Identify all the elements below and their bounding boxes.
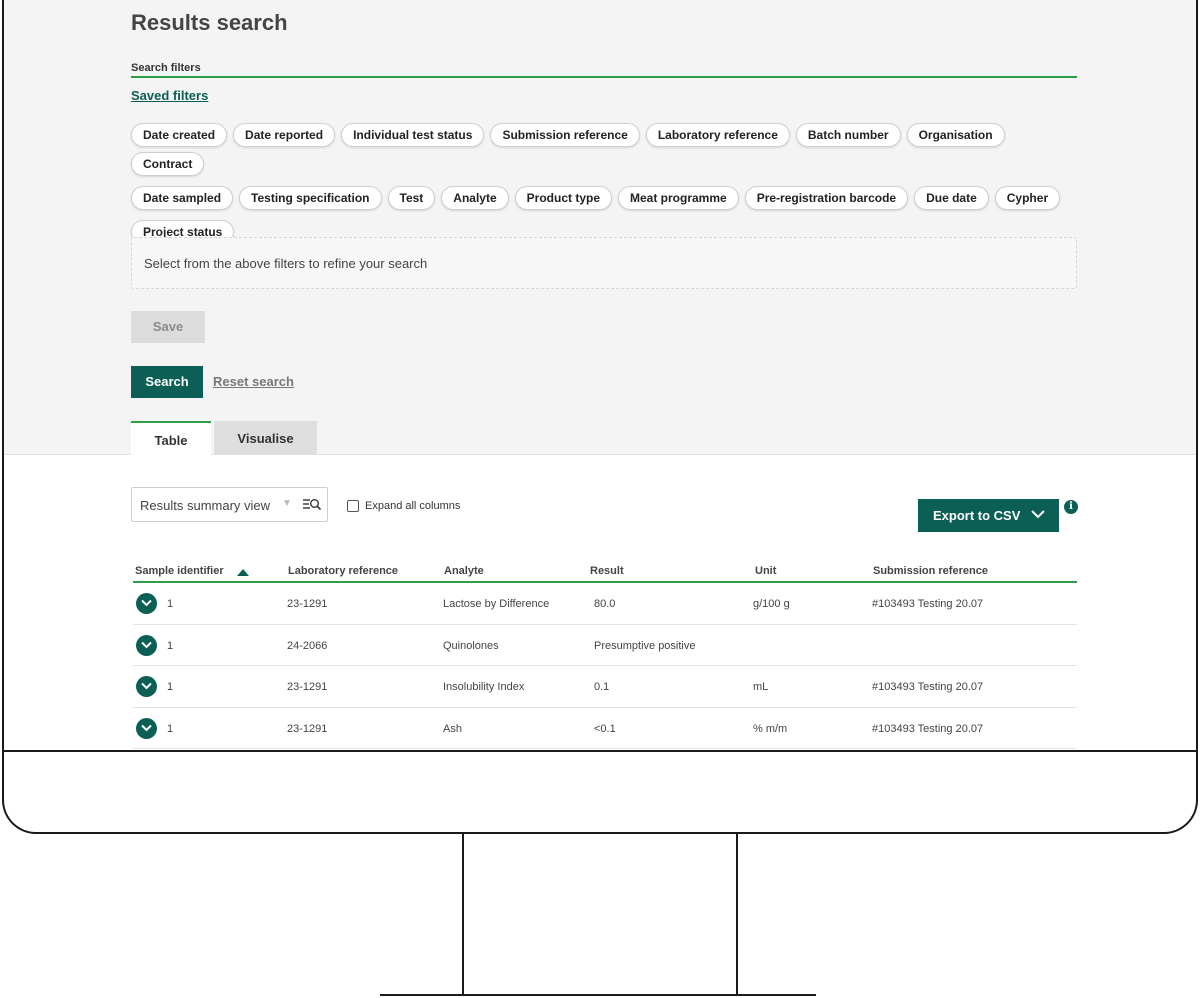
cell-lab-ref: 23-1291	[287, 722, 328, 735]
monitor-stand-base	[380, 994, 816, 996]
filter-chip[interactable]: Organisation	[906, 123, 1005, 147]
cell-result: <0.1	[594, 722, 616, 735]
cell-submission: #103493 Testing 20.07	[872, 598, 984, 610]
filter-chip[interactable]: Product type	[514, 186, 612, 210]
cell-analyte: Quinolones	[443, 639, 499, 652]
cell-unit: mL	[753, 681, 769, 693]
filter-hint-text: Select from the above filters to refine …	[144, 256, 428, 271]
cell-result: 80.0	[594, 598, 616, 610]
filter-search-icon[interactable]	[302, 496, 322, 514]
info-icon[interactable]: i	[1064, 500, 1078, 514]
desktop-mockup: Results search Search filters Saved filt…	[0, 0, 1200, 998]
search-button[interactable]: Search	[131, 366, 203, 398]
filter-chip[interactable]: Date sampled	[131, 186, 234, 210]
column-header-unit[interactable]: Unit	[755, 565, 776, 577]
cell-result: 0.1	[594, 681, 610, 693]
monitor-frame: Results search Search filters Saved filt…	[2, 0, 1198, 834]
expand-all-label: Expand all columns	[365, 500, 461, 512]
save-button[interactable]: Save	[131, 311, 205, 343]
cell-sample: 1	[167, 598, 174, 610]
row-expand-icon[interactable]	[136, 676, 157, 697]
cell-submission: #103493 Testing 20.07	[872, 681, 984, 693]
filter-chip[interactable]: Contract	[131, 152, 205, 176]
cell-unit: g/100 g	[753, 598, 790, 610]
reset-search-link[interactable]: Reset search	[213, 374, 294, 389]
tab-visualise[interactable]: Visualise	[214, 421, 317, 455]
sort-ascending-icon[interactable]	[237, 569, 249, 576]
filter-chip[interactable]: Test	[387, 186, 436, 210]
filter-chip[interactable]: Batch number	[795, 123, 901, 147]
table-row: 1 23-1291 Insolubility Index 0.1 mL #103…	[133, 666, 1077, 708]
app-screen: Results search Search filters Saved filt…	[4, 0, 1196, 750]
filter-chip[interactable]: Cypher	[994, 186, 1061, 210]
search-filters-label: Search filters	[131, 62, 201, 74]
view-select[interactable]: Results summary view ▼	[131, 487, 328, 522]
table-header: Sample identifier Laboratory reference A…	[133, 560, 1077, 583]
row-expand-icon[interactable]	[136, 717, 157, 739]
monitor-stand	[462, 834, 738, 996]
cell-sample: 1	[167, 639, 174, 652]
filter-chip[interactable]: Date reported	[233, 123, 336, 147]
table-row: 1 24-2066 Quinolones Presumptive positiv…	[133, 625, 1077, 666]
cell-analyte: Ash	[443, 722, 462, 735]
view-select-value: Results summary view	[140, 498, 271, 513]
filter-chip[interactable]: Due date	[914, 186, 989, 210]
row-expand-icon[interactable]	[136, 634, 157, 656]
cell-sample: 1	[167, 681, 174, 693]
filter-chip[interactable]: Pre-registration barcode	[744, 186, 909, 210]
column-header-sample[interactable]: Sample identifier	[135, 565, 224, 577]
filter-hint-box: Select from the above filters to refine …	[131, 237, 1077, 289]
column-header-analyte[interactable]: Analyte	[444, 565, 484, 577]
table-row: 1 23-1291 Ash <0.1 % m/m #103493 Testing…	[133, 708, 1077, 749]
filter-chip-list: Date created Date reported Individual te…	[131, 123, 1077, 244]
cell-lab-ref: 23-1291	[287, 598, 328, 610]
row-expand-icon[interactable]	[136, 593, 157, 614]
cell-unit: % m/m	[753, 722, 788, 735]
cell-submission: #103493 Testing 20.07	[872, 722, 984, 735]
monitor-chin-divider	[4, 750, 1196, 752]
saved-filters-link[interactable]: Saved filters	[131, 88, 208, 103]
page-title: Results search	[131, 10, 288, 35]
filter-chip[interactable]: Testing specification	[239, 186, 382, 210]
search-filters-divider	[131, 76, 1077, 78]
filter-chip[interactable]: Analyte	[441, 186, 509, 210]
column-header-lab-ref[interactable]: Laboratory reference	[288, 565, 398, 577]
filter-chip[interactable]: Individual test status	[341, 123, 485, 147]
dropdown-caret-icon: ▼	[282, 498, 292, 509]
results-table: Sample identifier Laboratory reference A…	[133, 560, 1077, 749]
cell-result: Presumptive positive	[594, 639, 696, 652]
cell-analyte: Lactose by Difference	[443, 598, 550, 610]
cell-lab-ref: 24-2066	[287, 639, 328, 652]
filter-chip[interactable]: Submission reference	[490, 123, 640, 147]
chevron-down-icon	[1031, 510, 1045, 519]
filter-chip[interactable]: Date created	[131, 123, 228, 147]
table-row: 1 23-1291 Lactose by Difference 80.0 g/1…	[133, 583, 1077, 625]
cell-lab-ref: 23-1291	[287, 681, 328, 693]
search-panel: Results search Search filters Saved filt…	[4, 0, 1196, 455]
expand-all-checkbox[interactable]	[347, 500, 359, 512]
filter-chip[interactable]: Meat programme	[618, 186, 739, 210]
column-header-submission[interactable]: Submission reference	[873, 565, 988, 577]
filter-chip[interactable]: Laboratory reference	[645, 123, 790, 147]
column-header-result[interactable]: Result	[590, 565, 624, 577]
cell-analyte: Insolubility Index	[443, 681, 525, 693]
export-csv-button[interactable]: Export to CSV	[918, 499, 1059, 532]
export-csv-label: Export to CSV	[933, 508, 1021, 523]
tab-table[interactable]: Table	[131, 421, 211, 455]
cell-sample: 1	[167, 722, 174, 735]
